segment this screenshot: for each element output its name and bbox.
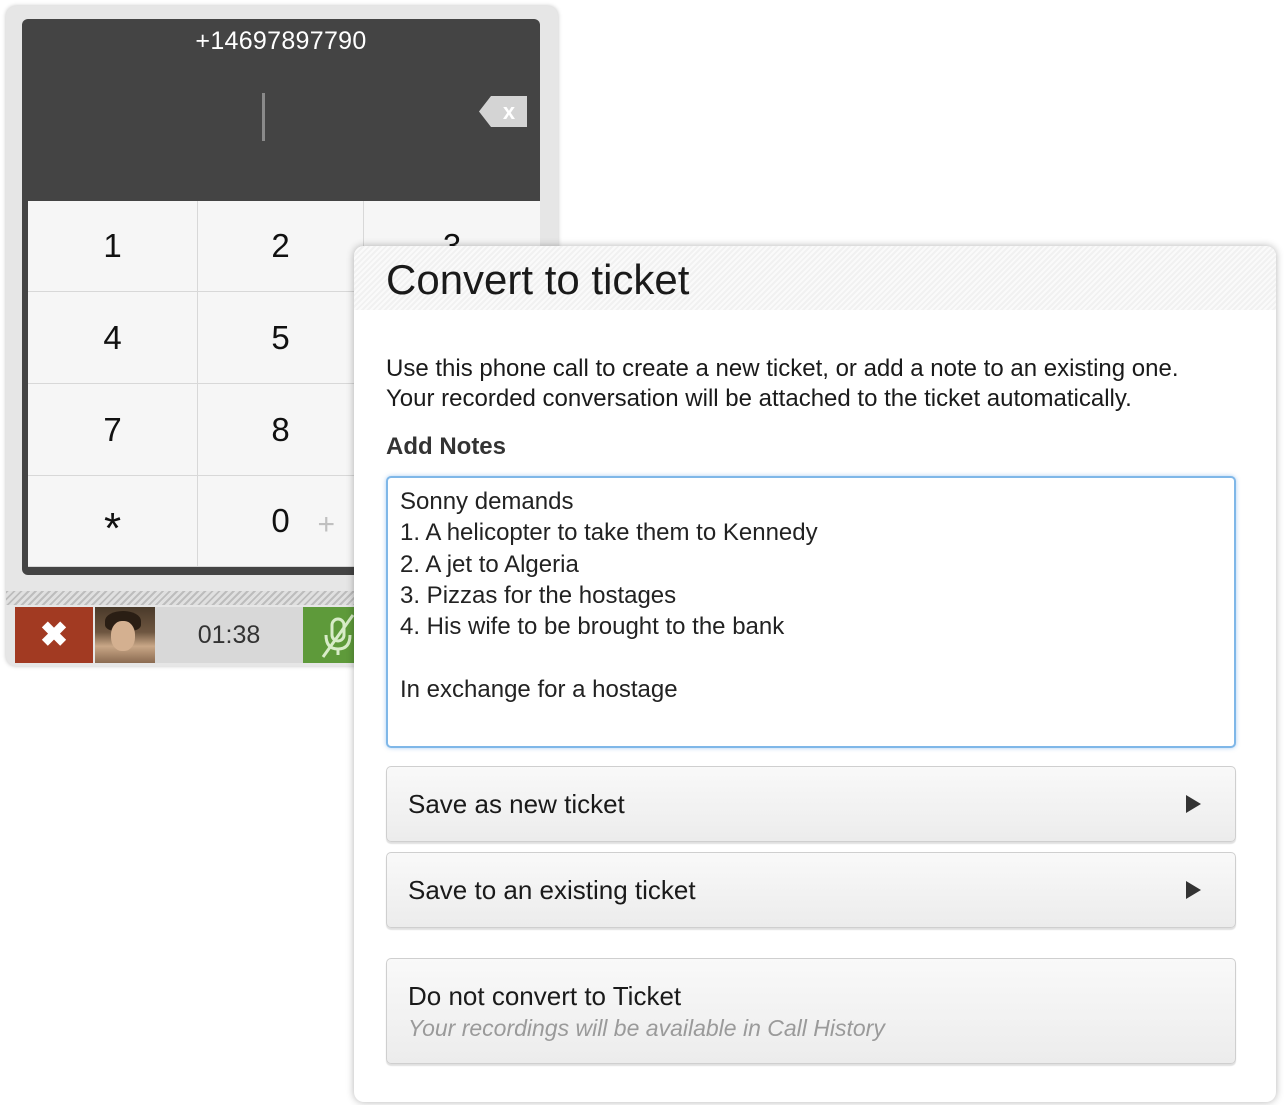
do-not-convert-label: Do not convert to Ticket — [408, 981, 682, 1011]
key-label: 7 — [103, 410, 122, 448]
avatar — [95, 607, 155, 663]
notes-textarea[interactable]: Sonny demands 1. A helicopter to take th… — [386, 476, 1236, 748]
dialog-title: Convert to ticket — [386, 256, 690, 303]
arrow-right-icon — [1186, 881, 1201, 899]
save-new-ticket-label: Save as new ticket — [408, 789, 625, 819]
key-0[interactable]: 0 + — [198, 476, 364, 567]
arrow-right-icon — [1186, 795, 1201, 813]
key-label: 8 — [271, 410, 290, 448]
dialog-description: Use this phone call to create a new tick… — [386, 354, 1178, 414]
notes-label: Add Notes — [386, 433, 506, 460]
dial-input-caret[interactable] — [262, 93, 265, 141]
save-existing-ticket-label: Save to an existing ticket — [408, 875, 696, 905]
phone-number: +14697897790 — [195, 27, 367, 55]
close-icon: ✖ — [39, 616, 69, 654]
description-line-2: Your recorded conversation will be attac… — [386, 385, 1132, 412]
convert-ticket-dialog: Convert to ticket Use this phone call to… — [354, 246, 1276, 1102]
key-label: 0 — [271, 502, 290, 539]
key-label: 5 — [271, 318, 290, 356]
svg-text:x: x — [503, 99, 516, 124]
key-label: 1 — [103, 227, 122, 264]
key-4[interactable]: 4 — [28, 292, 198, 384]
key-label: * — [103, 504, 122, 553]
plus-sublabel: + — [317, 508, 335, 541]
key-7[interactable]: 7 — [28, 384, 198, 476]
backspace-button[interactable]: x — [479, 96, 527, 127]
do-not-convert-button[interactable]: Do not convert to Ticket Your recordings… — [386, 958, 1236, 1064]
key-5[interactable]: 5 — [198, 292, 364, 384]
save-existing-ticket-button[interactable]: Save to an existing ticket — [386, 852, 1236, 928]
do-not-convert-sublabel: Your recordings will be available in Cal… — [408, 1015, 885, 1041]
call-timer: 01:38 — [155, 607, 303, 663]
hangup-button[interactable]: ✖ — [15, 607, 93, 663]
key-1[interactable]: 1 — [28, 201, 198, 292]
key-star[interactable]: * — [28, 476, 198, 567]
key-label: 4 — [103, 318, 122, 356]
key-8[interactable]: 8 — [198, 384, 364, 476]
save-new-ticket-button[interactable]: Save as new ticket — [386, 766, 1236, 842]
backspace-icon: x — [479, 96, 527, 127]
key-label: 2 — [271, 227, 290, 264]
key-2[interactable]: 2 — [198, 201, 364, 292]
description-line-1: Use this phone call to create a new tick… — [386, 355, 1179, 382]
